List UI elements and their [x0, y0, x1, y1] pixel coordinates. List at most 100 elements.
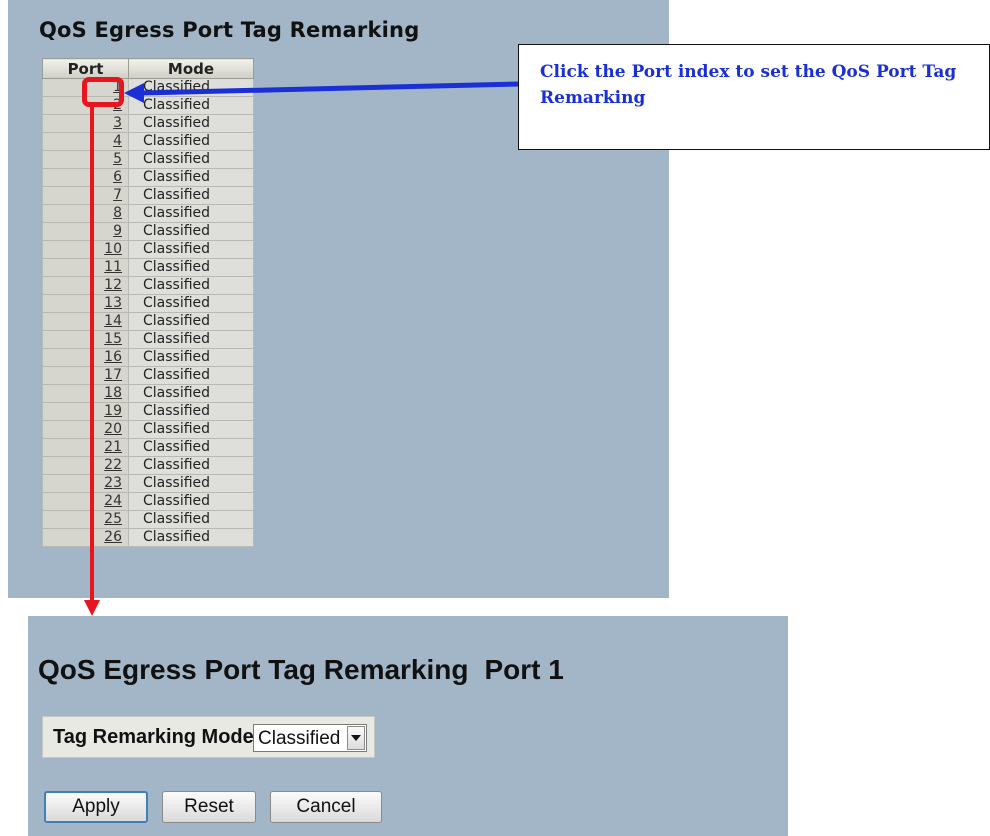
port-cell: 9	[42, 222, 129, 241]
port-link[interactable]: 20	[104, 421, 122, 437]
table-row: 18 Classified	[42, 384, 254, 403]
port-cell: 12	[42, 276, 129, 295]
table-row: 21 Classified	[42, 438, 254, 457]
port-cell: 24	[42, 492, 129, 511]
port-link[interactable]: 4	[113, 133, 122, 149]
port-link[interactable]: 10	[104, 241, 122, 257]
reset-button[interactable]: Reset	[162, 791, 256, 823]
port-cell: 3	[42, 114, 129, 133]
table-row: 11 Classified	[42, 258, 254, 277]
chevron-down-icon[interactable]	[347, 726, 365, 750]
detail-title-port: Port 1	[484, 654, 564, 685]
mode-cell: Classified	[128, 348, 254, 367]
port-link[interactable]: 5	[113, 151, 122, 167]
mode-cell: Classified	[128, 132, 254, 151]
table-row: 14 Classified	[42, 312, 254, 331]
port-cell: 19	[42, 402, 129, 421]
port-cell: 8	[42, 204, 129, 223]
table-row: 4 Classified	[42, 132, 254, 151]
mode-cell: Classified	[128, 96, 254, 115]
table-row: 26 Classified	[42, 528, 254, 547]
port-cell: 14	[42, 312, 129, 331]
table-row: 6 Classified	[42, 168, 254, 187]
port-detail-panel: QoS Egress Port Tag Remarking Port 1 Tag …	[28, 616, 788, 836]
cancel-button[interactable]: Cancel	[270, 791, 382, 823]
table-row: 25 Classified	[42, 510, 254, 529]
port-link[interactable]: 3	[113, 115, 122, 131]
table-row: 12 Classified	[42, 276, 254, 295]
port-1-highlight-box	[82, 77, 124, 107]
port-cell: 15	[42, 330, 129, 349]
port-link[interactable]: 14	[104, 313, 122, 329]
mode-cell: Classified	[128, 312, 254, 331]
detail-page-title: QoS Egress Port Tag Remarking Port 1	[38, 654, 564, 686]
page-title: QoS Egress Port Tag Remarking	[39, 18, 420, 42]
port-link[interactable]: 13	[104, 295, 122, 311]
tag-remarking-mode-row: Tag Remarking Mode Classified	[42, 716, 375, 758]
mode-cell: Classified	[128, 366, 254, 385]
port-cell: 21	[42, 438, 129, 457]
mode-cell: Classified	[128, 240, 254, 259]
port-link[interactable]: 23	[104, 475, 122, 491]
mode-cell: Classified	[128, 168, 254, 187]
mode-cell: Classified	[128, 420, 254, 439]
table-row: 10 Classified	[42, 240, 254, 259]
mode-cell: Classified	[128, 528, 254, 547]
port-link[interactable]: 18	[104, 385, 122, 401]
table-row: 5 Classified	[42, 150, 254, 169]
mode-cell: Classified	[128, 294, 254, 313]
port-cell: 18	[42, 384, 129, 403]
port-cell: 22	[42, 456, 129, 475]
table-row: 9 Classified	[42, 222, 254, 241]
table-row: 13 Classified	[42, 294, 254, 313]
table-row: 23 Classified	[42, 474, 254, 493]
port-link[interactable]: 15	[104, 331, 122, 347]
port-link[interactable]: 17	[104, 367, 122, 383]
port-cell: 23	[42, 474, 129, 493]
table-row: 1 Classified	[42, 78, 254, 97]
port-link[interactable]: 11	[104, 259, 122, 275]
mode-cell: Classified	[128, 114, 254, 133]
port-link[interactable]: 6	[113, 169, 122, 185]
column-header-port: Port	[42, 58, 129, 79]
port-cell: 17	[42, 366, 129, 385]
mode-cell: Classified	[128, 276, 254, 295]
port-cell: 11	[42, 258, 129, 277]
port-link[interactable]: 19	[104, 403, 122, 419]
port-cell: 4	[42, 132, 129, 151]
mode-cell: Classified	[128, 222, 254, 241]
port-cell: 26	[42, 528, 129, 547]
port-link[interactable]: 12	[104, 277, 122, 293]
port-cell: 25	[42, 510, 129, 529]
mode-cell: Classified	[128, 78, 254, 97]
port-cell: 20	[42, 420, 129, 439]
port-link[interactable]: 22	[104, 457, 122, 473]
port-link[interactable]: 8	[113, 205, 122, 221]
port-link[interactable]: 21	[104, 439, 122, 455]
port-link[interactable]: 7	[113, 187, 122, 203]
port-cell: 6	[42, 168, 129, 187]
port-link[interactable]: 9	[113, 223, 122, 239]
port-link[interactable]: 24	[104, 493, 122, 509]
port-link[interactable]: 16	[104, 349, 122, 365]
table-row: 3 Classified	[42, 114, 254, 133]
instruction-callout: Click the Port index to set the QoS Port…	[518, 44, 990, 150]
port-cell: 5	[42, 150, 129, 169]
mode-cell: Classified	[128, 510, 254, 529]
port-rows: 1 Classified 2 Classified 3 Classified 4 Classi…	[42, 78, 254, 547]
table-row: 24 Classified	[42, 492, 254, 511]
mode-cell: Classified	[128, 204, 254, 223]
apply-button[interactable]: Apply	[44, 791, 148, 823]
callout-text: Click the Port index to set the QoS Port…	[540, 62, 957, 108]
table-row: 20 Classified	[42, 420, 254, 439]
tag-remarking-mode-label: Tag Remarking Mode	[53, 726, 254, 748]
port-cell: 16	[42, 348, 129, 367]
port-link[interactable]: 25	[104, 511, 122, 527]
table-row: 8 Classified	[42, 204, 254, 223]
tag-remarking-mode-select[interactable]: Classified	[253, 724, 367, 752]
mode-cell: Classified	[128, 438, 254, 457]
mode-cell: Classified	[128, 150, 254, 169]
port-link[interactable]: 26	[104, 529, 122, 545]
mode-cell: Classified	[128, 186, 254, 205]
port-cell: 13	[42, 294, 129, 313]
